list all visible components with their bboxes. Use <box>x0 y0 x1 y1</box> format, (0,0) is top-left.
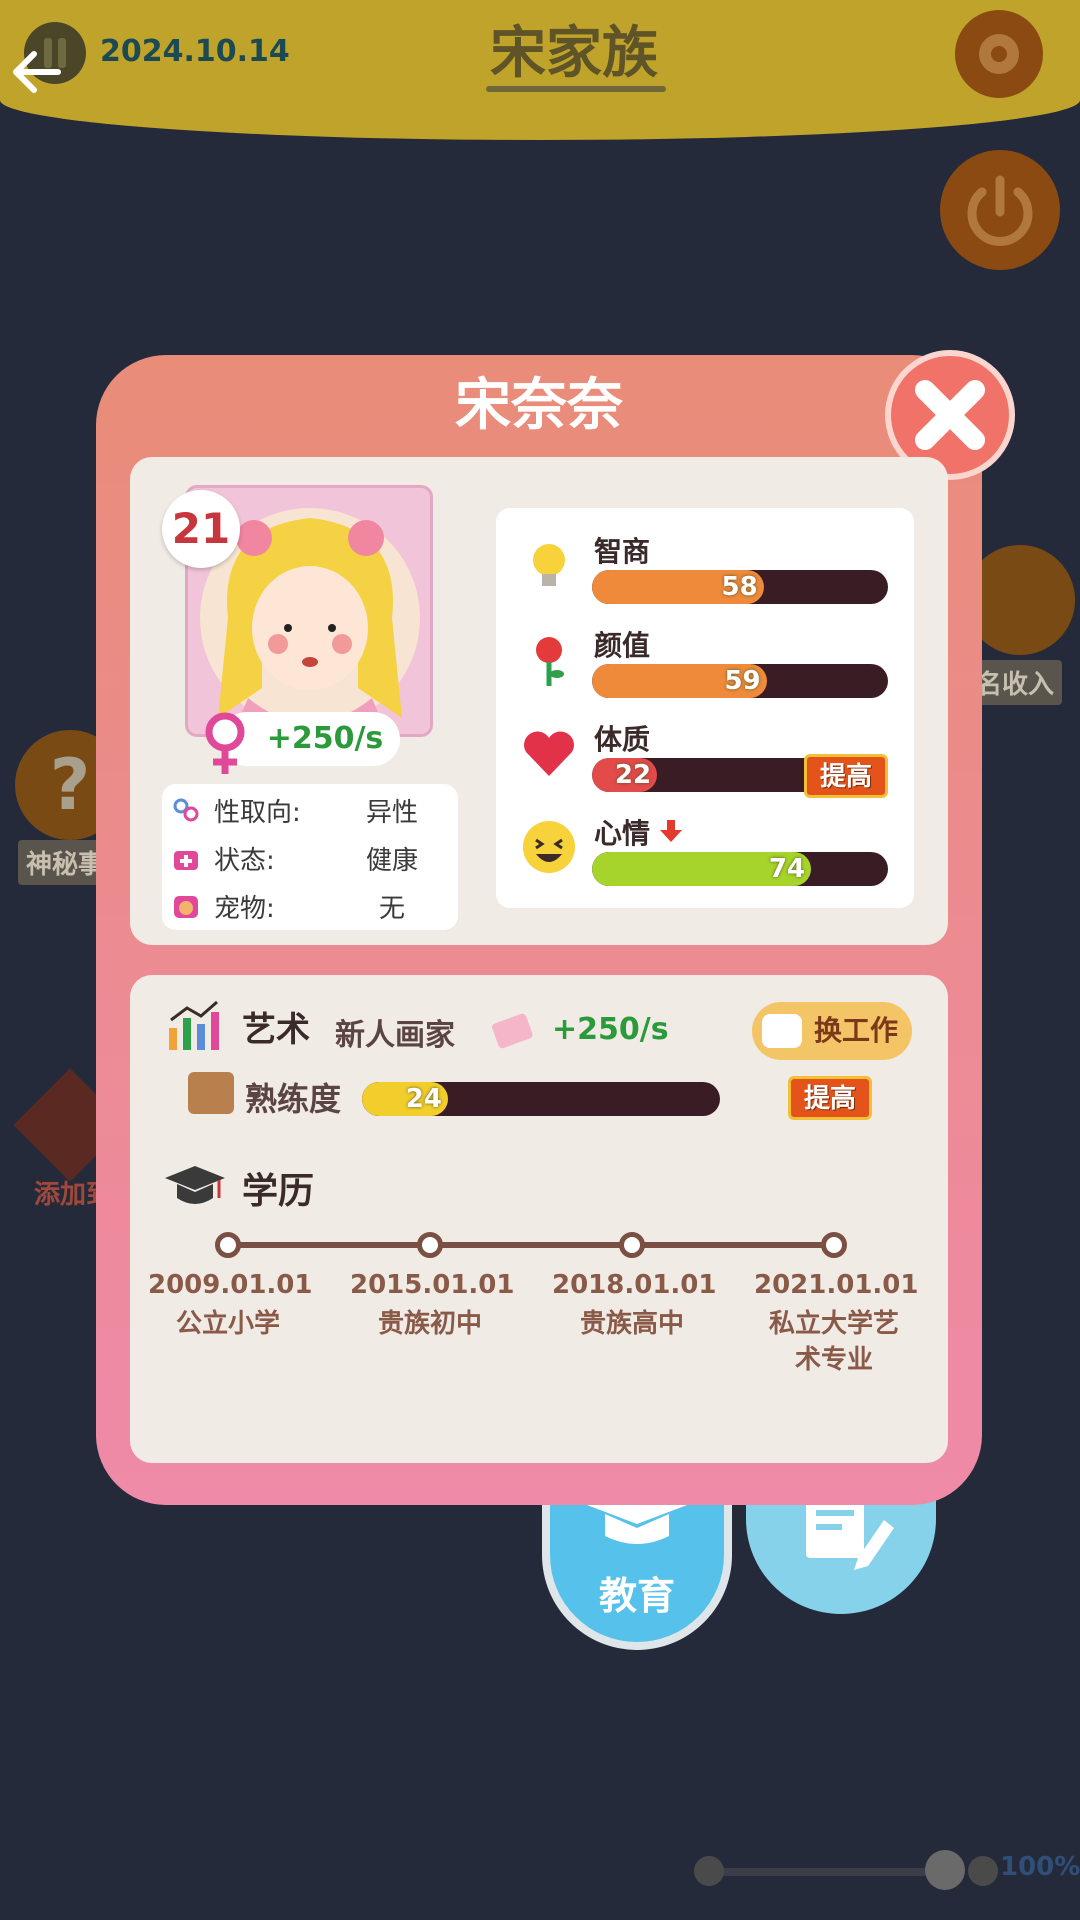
improve-physique-button[interactable]: 提高 <box>804 754 888 798</box>
stat-value: 59 <box>724 666 761 696</box>
info-row-pet: 宠物: 无 <box>172 884 452 928</box>
power-button[interactable] <box>940 150 1060 270</box>
orientation-value: 异性 <box>365 798 418 828</box>
character-name: 宋奈奈 <box>455 373 623 438</box>
stats-panel: 智商 58 颜值 59 体质 22 提高 心情 74 <box>496 508 914 908</box>
settings-gear-icon[interactable] <box>955 10 1043 98</box>
stat-label: 体质 <box>594 723 651 756</box>
back-arrow-icon[interactable] <box>8 44 64 100</box>
timeline-school: 贵族初中 <box>377 1309 482 1339</box>
video-icon <box>762 1014 802 1048</box>
change-job-label: 换工作 <box>813 1014 898 1047</box>
timeline-dot <box>619 1232 645 1258</box>
stat-label: 颜值 <box>594 629 651 662</box>
orientation-label: 性取向: <box>214 798 301 828</box>
stat-bar: 59 <box>592 664 888 698</box>
zoom-in-icon[interactable] <box>968 1856 998 1886</box>
change-job-button[interactable]: 换工作 <box>752 1002 912 1060</box>
stat-label: 智商 <box>594 535 651 568</box>
stat-looks: 颜值 59 <box>496 620 914 710</box>
timeline-date: 2009.01.01 <box>148 1270 313 1300</box>
stat-label: 心情 <box>594 817 651 850</box>
orientation-icon <box>173 798 199 822</box>
stat-bar: 58 <box>592 570 888 604</box>
female-symbol-icon <box>205 712 245 774</box>
zoom-slider-track[interactable] <box>710 1868 950 1876</box>
stat-bar: 74 <box>592 852 888 886</box>
status-value: 健康 <box>365 846 418 876</box>
timeline-date: 2015.01.01 <box>350 1270 515 1300</box>
lightbulb-icon <box>533 544 565 586</box>
education-label: 学历 <box>242 1171 315 1212</box>
skill-value: 24 <box>405 1084 442 1114</box>
zoom-level: 100% <box>1000 1852 1080 1882</box>
education-timeline <box>228 1242 838 1248</box>
graduation-cap-icon <box>165 1166 225 1204</box>
improve-skill-button[interactable]: 提高 <box>788 1076 872 1120</box>
info-row-orientation: 性取向: 异性 <box>172 788 452 832</box>
skill-bar: 24 <box>362 1082 720 1116</box>
trend-down-icon <box>660 820 682 842</box>
chart-icon <box>169 1000 219 1050</box>
job-title: 新人画家 <box>335 1018 455 1053</box>
timeline-date: 2021.01.01 <box>754 1270 919 1300</box>
pet-icon <box>174 896 198 918</box>
stat-physique: 体质 22 提高 <box>496 714 914 804</box>
stat-mood: 心情 74 <box>496 808 914 898</box>
info-row-status: 状态: 健康 <box>172 836 452 880</box>
job-income: +250/s <box>552 1012 669 1047</box>
stat-value: 58 <box>721 572 758 602</box>
pet-value: 无 <box>378 894 405 924</box>
timeline-date: 2018.01.01 <box>552 1270 717 1300</box>
status-label: 状态: <box>214 846 275 876</box>
exp-briefcase-icon <box>188 1072 234 1114</box>
money-icon <box>492 1013 533 1049</box>
stat-iq: 智商 58 <box>496 526 914 616</box>
family-name-underline <box>486 86 666 92</box>
timeline-school: 私立大学艺术专业 <box>769 1309 900 1375</box>
pet-label: 宠物: <box>214 894 275 924</box>
family-name: 宋家族 <box>490 21 658 86</box>
timeline-school: 公立小学 <box>175 1309 280 1339</box>
info-panel: 性取向: 异性 状态: 健康 宠物: 无 <box>162 784 458 930</box>
timeline-dot <box>821 1232 847 1258</box>
zoom-slider-knob[interactable] <box>925 1850 965 1890</box>
stat-value: 22 <box>614 760 652 790</box>
stat-value: 74 <box>768 854 806 884</box>
rose-icon <box>536 637 564 686</box>
heart-icon <box>524 731 574 776</box>
age-badge: 21 <box>162 490 240 568</box>
medical-kit-icon <box>174 851 198 870</box>
zoom-out-icon[interactable] <box>694 1856 724 1886</box>
timeline-dot <box>215 1232 241 1258</box>
timeline-dot <box>417 1232 443 1258</box>
timeline-school: 贵族高中 <box>579 1309 684 1339</box>
game-date: 2024.10.14 <box>100 34 290 69</box>
skill-label: 熟练度 <box>245 1080 342 1118</box>
income-label: 名收入 <box>968 660 1063 705</box>
job-category: 艺术 <box>242 1010 310 1050</box>
education-tab-label: 教育 <box>598 1574 675 1618</box>
laughing-face-icon <box>523 821 575 873</box>
